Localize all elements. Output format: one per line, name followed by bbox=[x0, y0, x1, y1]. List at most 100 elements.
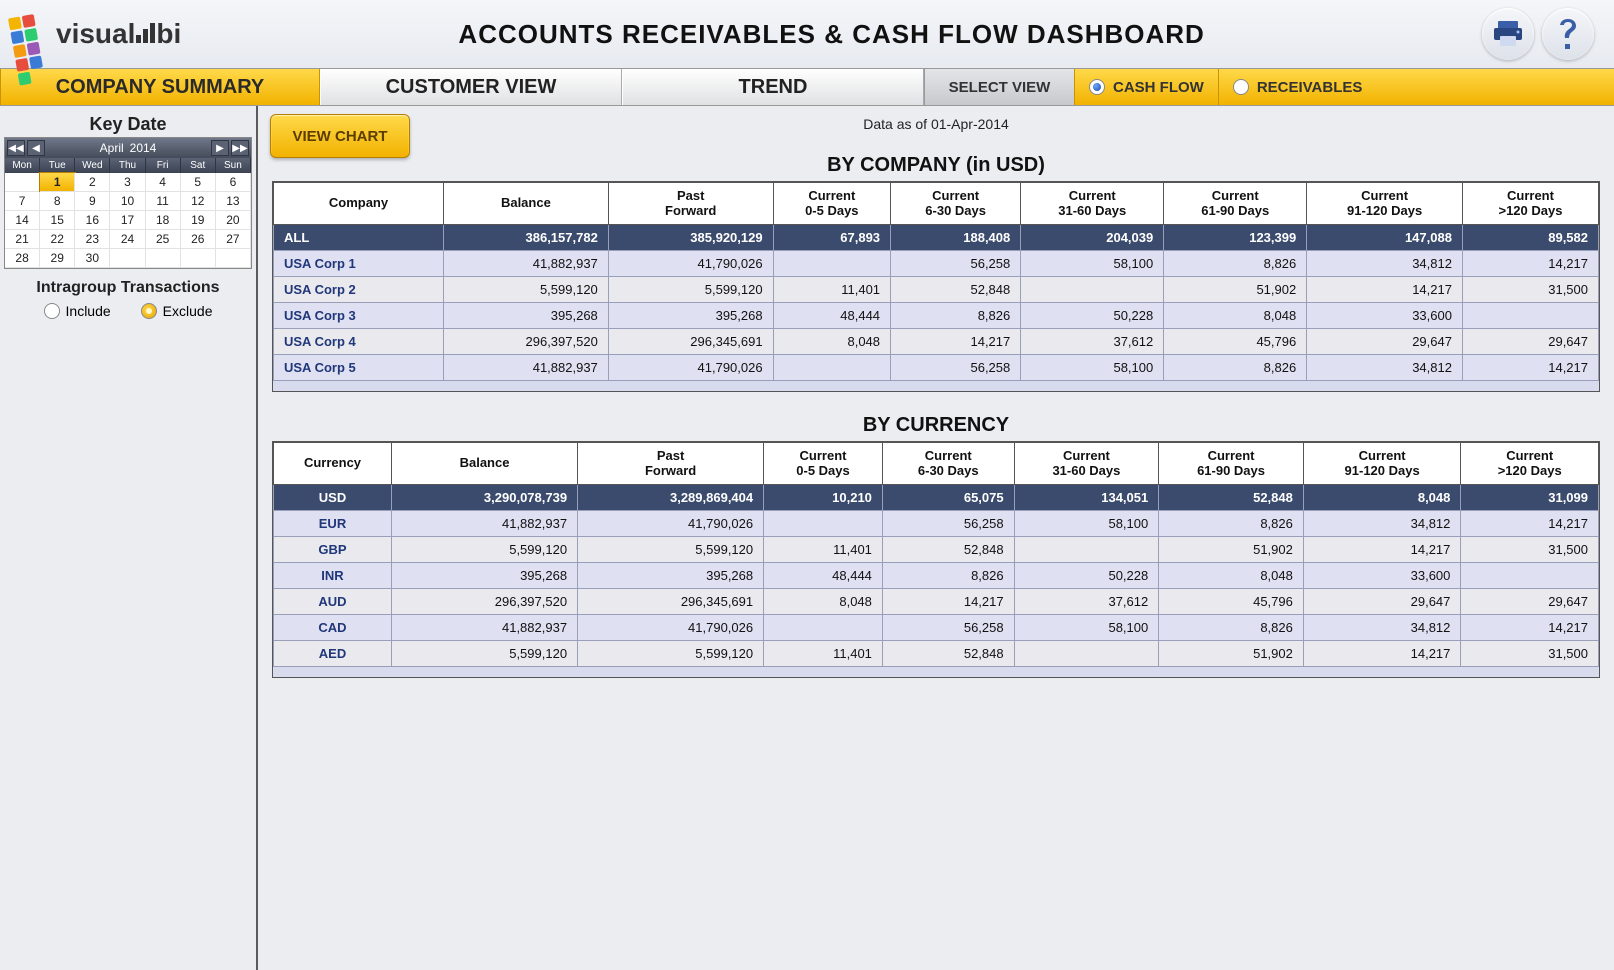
table-row[interactable]: USA Corp 541,882,93741,790,02656,25858,1… bbox=[274, 355, 1599, 381]
cell-value: 14,217 bbox=[1307, 277, 1463, 303]
calendar-grid[interactable]: 1234567891011121314151617181920212223242… bbox=[5, 173, 251, 268]
help-button[interactable] bbox=[1542, 8, 1594, 60]
calendar-day[interactable]: 27 bbox=[216, 230, 251, 249]
table-row[interactable]: CAD41,882,93741,790,02656,25858,1008,826… bbox=[274, 615, 1599, 641]
calendar-day[interactable]: 12 bbox=[181, 192, 216, 211]
logo-bars-icon bbox=[136, 21, 155, 43]
table-row[interactable]: ALL386,157,782385,920,12967,893188,40820… bbox=[274, 225, 1599, 251]
tab-trend[interactable]: TREND bbox=[622, 69, 924, 105]
calendar-day[interactable]: 15 bbox=[40, 211, 75, 230]
cell-value: 50,228 bbox=[1021, 303, 1164, 329]
calendar-day[interactable]: 4 bbox=[146, 173, 181, 192]
cell-value bbox=[1021, 277, 1164, 303]
tab-customer-view[interactable]: CUSTOMER VIEW bbox=[320, 69, 622, 105]
cell-value bbox=[773, 355, 890, 381]
calendar-day[interactable]: 2 bbox=[75, 173, 110, 192]
calendar-day[interactable]: 7 bbox=[5, 192, 40, 211]
table-row[interactable]: USA Corp 141,882,93741,790,02656,25858,1… bbox=[274, 251, 1599, 277]
cell-value: 51,902 bbox=[1164, 277, 1307, 303]
calendar-weekday: Wed bbox=[75, 158, 110, 173]
calendar-day[interactable]: 26 bbox=[181, 230, 216, 249]
calendar-day[interactable]: 22 bbox=[40, 230, 75, 249]
cell-value bbox=[764, 511, 883, 537]
cell-value: 41,790,026 bbox=[608, 355, 773, 381]
cal-next-year[interactable]: ▶▶ bbox=[231, 140, 249, 156]
cell-value: 3,290,078,739 bbox=[392, 485, 578, 511]
cell-value: 41,790,026 bbox=[608, 251, 773, 277]
row-label: USA Corp 4 bbox=[274, 329, 444, 355]
cell-value: 14,217 bbox=[1461, 511, 1599, 537]
cell-value bbox=[1462, 303, 1598, 329]
column-header: Current6-30 Days bbox=[891, 183, 1021, 225]
tab-company-summary[interactable]: COMPANY SUMMARY bbox=[0, 69, 320, 105]
calendar-day[interactable]: 28 bbox=[5, 249, 40, 268]
calendar-day[interactable]: 8 bbox=[40, 192, 75, 211]
row-label: ALL bbox=[274, 225, 444, 251]
cell-value: 3,289,869,404 bbox=[578, 485, 764, 511]
calendar-day[interactable]: 18 bbox=[146, 211, 181, 230]
calendar-day[interactable]: 29 bbox=[40, 249, 75, 268]
calendar-day[interactable]: 14 bbox=[5, 211, 40, 230]
column-header: Current91-120 Days bbox=[1303, 443, 1461, 485]
view-receivables[interactable]: RECEIVABLES bbox=[1218, 69, 1614, 105]
calendar-day[interactable]: 25 bbox=[146, 230, 181, 249]
cell-value: 5,599,120 bbox=[578, 537, 764, 563]
intragroup-include[interactable]: Include bbox=[44, 303, 111, 319]
cell-value: 8,048 bbox=[773, 329, 890, 355]
column-header: Current>120 Days bbox=[1461, 443, 1599, 485]
table-row[interactable]: USA Corp 25,599,1205,599,12011,40152,848… bbox=[274, 277, 1599, 303]
calendar-month: April bbox=[100, 141, 124, 155]
calendar-day[interactable]: 17 bbox=[110, 211, 145, 230]
calendar-day[interactable]: 23 bbox=[75, 230, 110, 249]
calendar-day[interactable]: 1 bbox=[40, 173, 75, 192]
calendar-day[interactable]: 16 bbox=[75, 211, 110, 230]
cell-value: 29,647 bbox=[1307, 329, 1463, 355]
company-table-wrap: CompanyBalancePastForwardCurrent0-5 Days… bbox=[272, 181, 1600, 392]
radio-icon bbox=[44, 303, 60, 319]
calendar-day[interactable]: 19 bbox=[181, 211, 216, 230]
cell-value: 8,048 bbox=[764, 589, 883, 615]
table-row[interactable]: USA Corp 4296,397,520296,345,6918,04814,… bbox=[274, 329, 1599, 355]
view-chart-button[interactable]: VIEW CHART bbox=[270, 114, 410, 158]
calendar[interactable]: ◀◀ ◀ April 2014 ▶ ▶▶ MonTueWedThuFriSatS… bbox=[4, 137, 252, 269]
column-header: Balance bbox=[392, 443, 578, 485]
table-row[interactable]: GBP5,599,1205,599,12011,40152,84851,9021… bbox=[274, 537, 1599, 563]
intragroup-exclude[interactable]: Exclude bbox=[141, 303, 213, 319]
table-row[interactable]: USD3,290,078,7393,289,869,40410,21065,07… bbox=[274, 485, 1599, 511]
cal-prev-month[interactable]: ◀ bbox=[27, 140, 45, 156]
table-row[interactable]: EUR41,882,93741,790,02656,25858,1008,826… bbox=[274, 511, 1599, 537]
calendar-day[interactable]: 30 bbox=[75, 249, 110, 268]
currency-table[interactable]: CurrencyBalancePastForwardCurrent0-5 Day… bbox=[273, 442, 1599, 667]
cell-value: 34,812 bbox=[1307, 355, 1463, 381]
calendar-day[interactable]: 5 bbox=[181, 173, 216, 192]
calendar-day[interactable]: 9 bbox=[75, 192, 110, 211]
cal-prev-year[interactable]: ◀◀ bbox=[7, 140, 25, 156]
cell-value: 204,039 bbox=[1021, 225, 1164, 251]
calendar-day[interactable]: 24 bbox=[110, 230, 145, 249]
table-row[interactable]: AED5,599,1205,599,12011,40152,84851,9021… bbox=[274, 641, 1599, 667]
calendar-day[interactable]: 3 bbox=[110, 173, 145, 192]
calendar-day[interactable]: 20 bbox=[216, 211, 251, 230]
cal-next-month[interactable]: ▶ bbox=[211, 140, 229, 156]
intragroup-include-label: Include bbox=[66, 303, 111, 319]
table-row[interactable]: AUD296,397,520296,345,6918,04814,21737,6… bbox=[274, 589, 1599, 615]
calendar-day[interactable]: 6 bbox=[216, 173, 251, 192]
calendar-weekday: Thu bbox=[110, 158, 145, 173]
column-header: Company bbox=[274, 183, 444, 225]
calendar-day[interactable]: 11 bbox=[146, 192, 181, 211]
calendar-day[interactable]: 13 bbox=[216, 192, 251, 211]
cell-value: 41,790,026 bbox=[578, 615, 764, 641]
currency-table-wrap: CurrencyBalancePastForwardCurrent0-5 Day… bbox=[272, 441, 1600, 678]
calendar-day[interactable]: 21 bbox=[5, 230, 40, 249]
calendar-day[interactable]: 10 bbox=[110, 192, 145, 211]
cell-value: 296,345,691 bbox=[608, 329, 773, 355]
print-button[interactable] bbox=[1482, 8, 1534, 60]
row-label: USA Corp 2 bbox=[274, 277, 444, 303]
view-cash-flow-label: CASH FLOW bbox=[1113, 79, 1204, 96]
company-table[interactable]: CompanyBalancePastForwardCurrent0-5 Days… bbox=[273, 182, 1599, 381]
table-row[interactable]: INR395,268395,26848,4448,82650,2288,0483… bbox=[274, 563, 1599, 589]
row-label: USA Corp 3 bbox=[274, 303, 444, 329]
table-row[interactable]: USA Corp 3395,268395,26848,4448,82650,22… bbox=[274, 303, 1599, 329]
view-cash-flow[interactable]: CASH FLOW bbox=[1074, 69, 1218, 105]
cell-value: 34,812 bbox=[1303, 511, 1461, 537]
